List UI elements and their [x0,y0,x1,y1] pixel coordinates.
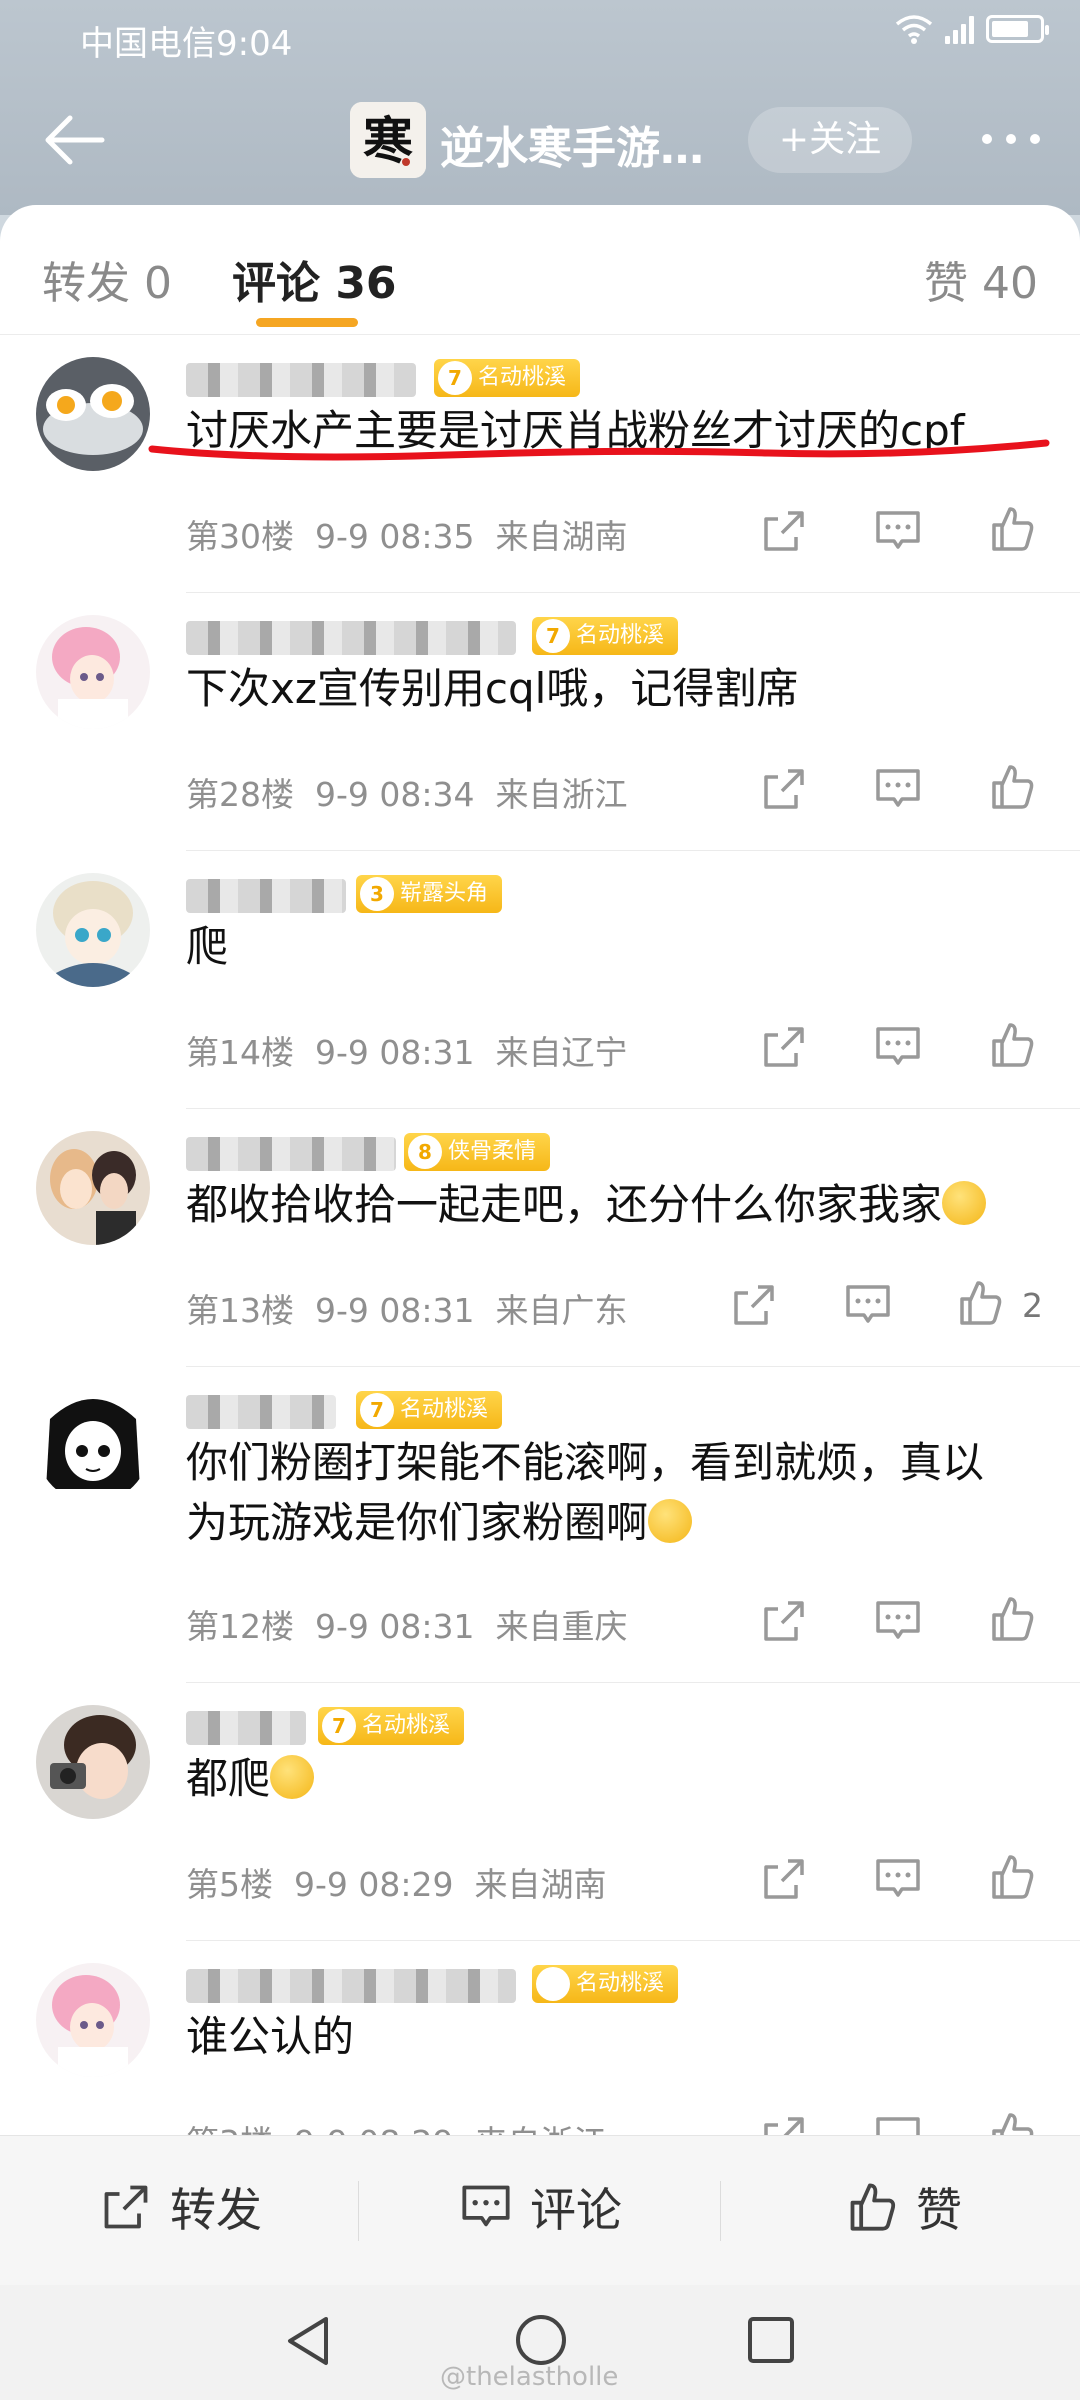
comment-item: 7 名动桃溪 下次xz宣传别用cql哦，记得割席 第28楼 9-9 08:34 来… [0,593,1080,851]
share-icon[interactable] [760,507,808,555]
ink-logo-icon: 寒 [350,102,426,178]
comment-item: 8 侠骨柔情 都收拾收拾一起走吧，还分什么你家我家 第13楼 9-9 08:31 … [0,1109,1080,1367]
user-rank-badge: 8 侠骨柔情 [404,1133,551,1171]
user-rank-badge: 7 名动桃溪 [318,1707,465,1745]
comment-meta: 第30楼 9-9 08:35 来自湖南 [186,517,628,556]
user-rank-badge: 7 名动桃溪 [434,359,581,397]
like-icon [850,2183,896,2231]
user-rank-badge: 7 名动桃溪 [356,1391,503,1429]
username-redacted[interactable] [186,1137,396,1171]
reply-icon[interactable] [874,507,922,555]
nav-home-icon[interactable] [514,2313,568,2367]
page-title: 逆水寒手游… [440,123,704,174]
like-icon[interactable] [988,1853,1036,1901]
comment-text: 都收拾收拾一起走吧，还分什么你家我家 [186,1175,987,1235]
avatar[interactable] [36,1389,150,1503]
comment-item: 7 名动桃溪 你们粉圈打架能不能滚啊，看到就烦，真以 为玩游戏是你们家粉圈啊 第1… [0,1367,1080,1683]
reply-icon[interactable] [874,765,922,813]
share-icon[interactable] [760,2113,808,2135]
avatar[interactable] [36,873,150,987]
comment-meta: 第14楼 9-9 08:31 来自辽宁 [186,1033,628,1072]
repost-button[interactable]: 转发 [100,2174,262,2240]
username-redacted[interactable] [186,879,346,913]
user-rank-badge: 名动桃溪 [532,1965,679,2003]
share-icon[interactable] [760,1855,808,1903]
nav-recents-icon[interactable] [746,2315,796,2365]
comment-text: 下次xz宣传别用cql哦，记得割席 [186,664,799,713]
carrier-time: 中国电信9:04 [80,24,293,64]
comment-text: 都爬 [186,1749,315,1809]
dizzy-face-emoji-icon [270,1755,315,1799]
battery-icon [986,15,1049,43]
active-tab-indicator [256,318,358,327]
like-icon[interactable] [956,1279,1004,1327]
wifi-icon [895,15,933,44]
share-icon[interactable] [760,1023,808,1071]
like-icon[interactable] [988,1021,1036,1069]
surprised-emoji-icon [942,1181,987,1225]
avatar[interactable] [36,1705,150,1819]
avatar[interactable] [36,1963,150,2077]
like-icon[interactable] [988,505,1036,553]
tab-repost[interactable]: 转发 0 [42,247,172,311]
status-bar: 中国电信9:04 [0,0,1080,72]
comments-card: 转发 0 评论 36 赞 40 7 名动桃溪 讨厌水产主要是讨厌肖战粉丝才讨厌的c… [0,205,1080,2135]
user-rank-badge: 3 崭露头角 [356,875,503,913]
signal-icon [945,14,974,44]
reply-icon[interactable] [844,1281,892,1329]
username-redacted[interactable] [186,1711,306,1745]
reply-icon[interactable] [874,1597,922,1645]
tab-bar: 转发 0 评论 36 赞 40 [0,205,1080,335]
comment-text: 你们粉圈打架能不能滚啊，看到就烦，真以 为玩游戏是你们家粉圈啊 [186,1438,985,1547]
like-icon[interactable] [988,2111,1036,2135]
comment-meta: 第12楼 9-9 08:31 来自重庆 [186,1607,628,1646]
comment-meta: 第5楼 9-9 08:29 来自湖南 [186,1865,607,1904]
username-redacted[interactable] [186,363,416,397]
nav-bar: 寒 逆水寒手游… +关注 [0,90,1080,190]
comment-text: 爬 [186,922,229,971]
share-icon[interactable] [760,765,808,813]
dizzy-emoji-icon [648,1499,693,1543]
tab-likes[interactable]: 赞 40 [924,247,1038,311]
user-rank-badge: 7 名动桃溪 [532,617,679,655]
like-icon[interactable] [988,763,1036,811]
reply-icon[interactable] [874,1855,922,1903]
tab-comments[interactable]: 评论 36 [232,247,397,311]
reply-icon [462,2185,510,2227]
bottom-action-bar: 转发 评论 赞 [0,2135,1080,2285]
avatar[interactable] [36,615,150,729]
username-redacted[interactable] [186,1395,336,1429]
comment-button[interactable]: 评论 [460,2174,622,2240]
comment-meta: 第3楼 9-9 08:29 来自浙江 [186,2116,606,2135]
avatar[interactable] [36,1131,150,1245]
comment-item: 名动桃溪 谁公认的 第3楼 9-9 08:29 来自浙江 [0,1941,1080,2135]
share-icon [104,2185,148,2229]
more-options-icon[interactable] [982,134,1040,144]
comment-meta: 第28楼 9-9 08:34 来自浙江 [186,775,628,814]
avatar[interactable] [36,357,150,471]
red-highlight-underline [148,439,1050,461]
like-count: 2 [1022,1286,1043,1325]
share-icon[interactable] [730,1281,778,1329]
watermark: @thelastholle [440,2362,619,2392]
username-redacted[interactable] [186,1969,516,2003]
nav-back-icon[interactable] [282,2313,334,2369]
like-button[interactable]: 赞 [846,2174,962,2240]
back-arrow-icon[interactable] [40,108,110,172]
comment-item: 7 名动桃溪 讨厌水产主要是讨厌肖战粉丝才讨厌的cpf 第30楼 9-9 08:3… [0,335,1080,593]
share-icon[interactable] [760,1597,808,1645]
username-redacted[interactable] [186,621,516,655]
comment-text: 谁公认的 [186,2012,355,2061]
comment-item: 3 崭露头角 爬 第14楼 9-9 08:31 来自辽宁 [0,851,1080,1109]
account-avatar[interactable]: 寒 [350,102,426,178]
like-icon[interactable] [988,1595,1036,1643]
comment-meta: 第13楼 9-9 08:31 来自广东 [186,1291,628,1330]
reply-icon[interactable] [874,1023,922,1071]
comment-item: 7 名动桃溪 都爬 第5楼 9-9 08:29 来自湖南 [0,1683,1080,1941]
reply-icon[interactable] [874,2113,922,2135]
follow-button[interactable]: +关注 [748,107,912,173]
